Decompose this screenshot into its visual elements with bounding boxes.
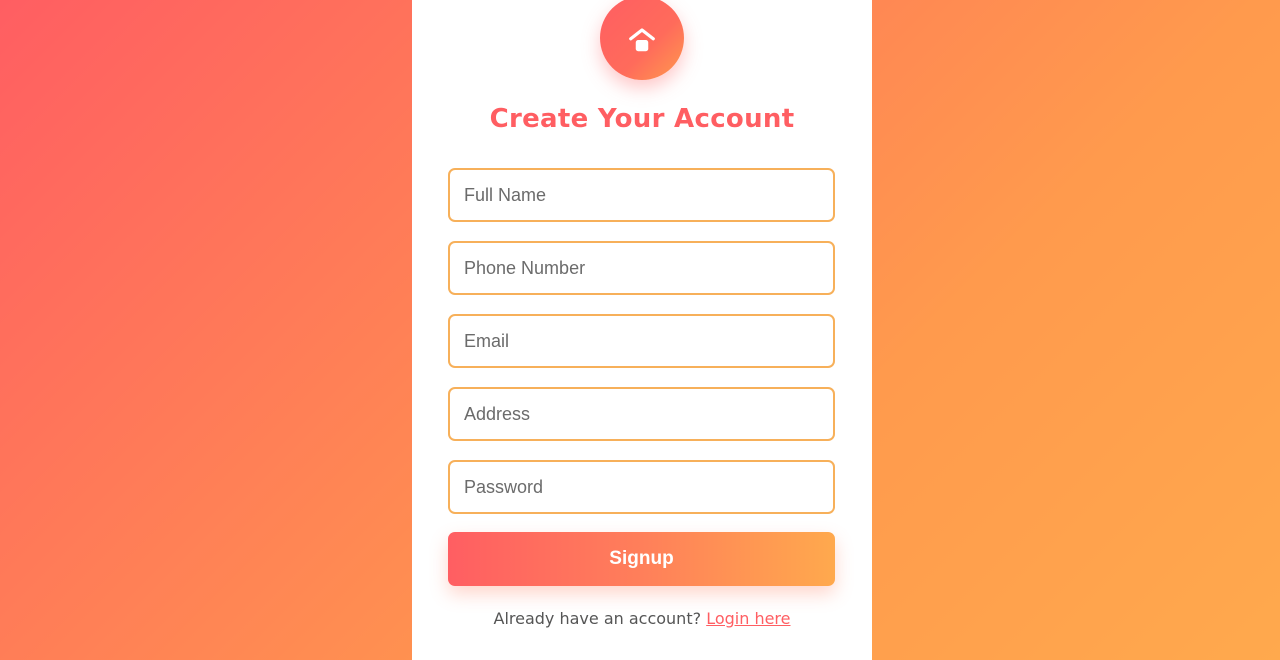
login-link[interactable]: Login here <box>706 609 790 628</box>
logo-badge <box>600 0 684 80</box>
full-name-field[interactable] <box>448 168 835 222</box>
email-field[interactable] <box>448 314 835 368</box>
signup-card: Create Your Account Signup Already have … <box>412 0 872 660</box>
address-field[interactable] <box>448 387 835 441</box>
phone-number-field[interactable] <box>448 241 835 295</box>
login-prompt-text: Already have an account? <box>493 609 702 628</box>
login-prompt-line: Already have an account? Login here <box>412 609 872 628</box>
signup-button[interactable]: Signup <box>448 532 835 586</box>
password-field[interactable] <box>448 460 835 514</box>
home-icon <box>629 28 655 52</box>
page-title: Create Your Account <box>489 104 795 134</box>
